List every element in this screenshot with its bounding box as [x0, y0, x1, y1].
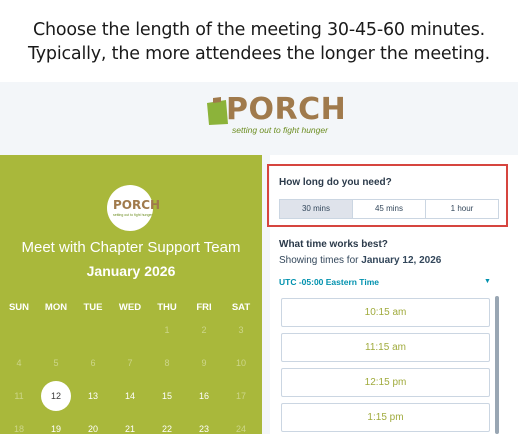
calendar-day[interactable]: 13 — [75, 391, 111, 401]
calendar-avatar-logo: PORCH setting out to fight hunger — [107, 185, 160, 231]
selected-calendar-day[interactable]: 12 — [41, 381, 71, 411]
calendar-day: 4 — [16, 358, 22, 368]
weekday-sun: SUN — [8, 302, 30, 313]
calendar-day[interactable]: 16 — [186, 391, 222, 401]
logo-wordmark: PORCH — [226, 92, 347, 127]
calendar-day: 10 — [235, 358, 246, 368]
weekday-fri: FRI — [196, 302, 212, 313]
calendar-day[interactable]: 22 — [149, 424, 185, 434]
time-slot-button[interactable]: 1:15 pm — [281, 403, 490, 432]
caption-line-2: Typically, the more attendees the longer… — [28, 44, 490, 64]
weekday-thu: THU — [157, 302, 177, 313]
caret-down-icon[interactable]: ▼ — [484, 278, 491, 285]
porch-logo: PORCH setting out to fight hunger — [196, 92, 346, 138]
calendar-day[interactable]: 19 — [38, 424, 74, 434]
calendar-day[interactable]: 21 — [112, 424, 148, 434]
calendar-day: 6 — [90, 358, 96, 368]
calendar-month: January 2026 — [86, 263, 176, 279]
time-question: What time works best? — [279, 239, 388, 250]
showing-times-text: Showing times for January 12, 2026 — [279, 255, 441, 266]
weekday-tue: TUE — [83, 302, 103, 313]
calendar-day: 24 — [235, 424, 246, 434]
duration-highlight-box — [267, 164, 508, 227]
time-slots-scrollbar[interactable] — [495, 296, 499, 434]
time-slot-button[interactable]: 10:15 am — [281, 298, 490, 327]
calendar-avatar-wordmark: PORCH — [113, 198, 161, 212]
calendar-day[interactable]: 23 — [186, 424, 222, 434]
time-slot-button[interactable]: 12:15 pm — [281, 368, 490, 397]
showing-date: January 12, 2026 — [361, 255, 442, 266]
calendar-day: 11 — [14, 391, 24, 401]
weekday-wed: WED — [118, 302, 142, 313]
calendar-day: 8 — [164, 358, 170, 368]
calendar-day: 18 — [13, 424, 24, 434]
calendar-day[interactable]: 20 — [75, 424, 111, 434]
calendar-day: 1 — [164, 325, 170, 335]
calendar-avatar-tagline: setting out to fight hunger — [113, 213, 153, 217]
calendar-day: 3 — [238, 325, 244, 335]
calendar-day[interactable]: 14 — [112, 391, 148, 401]
calendar-day[interactable]: 15 — [149, 391, 185, 401]
calendar-day: 5 — [53, 358, 59, 368]
timezone-select[interactable]: UTC -05:00 Eastern Time — [279, 277, 494, 287]
meeting-title: Meet with Chapter Support Team — [21, 239, 241, 256]
weekday-mon: MON — [44, 302, 68, 313]
weekday-sat: SAT — [231, 302, 251, 313]
caption-line-1: Choose the length of the meeting 30-45-6… — [33, 20, 485, 40]
calendar-day: 9 — [201, 358, 207, 368]
calendar-day: 7 — [127, 358, 133, 368]
calendar-day: 17 — [235, 391, 246, 401]
logo-tagline: setting out to fight hunger — [232, 125, 328, 135]
time-slot-button[interactable]: 11:15 am — [281, 333, 490, 362]
calendar-day: 2 — [201, 325, 207, 335]
showing-prefix: Showing times for — [279, 255, 359, 266]
caption-banner: Choose the length of the meeting 30-45-6… — [0, 0, 518, 82]
